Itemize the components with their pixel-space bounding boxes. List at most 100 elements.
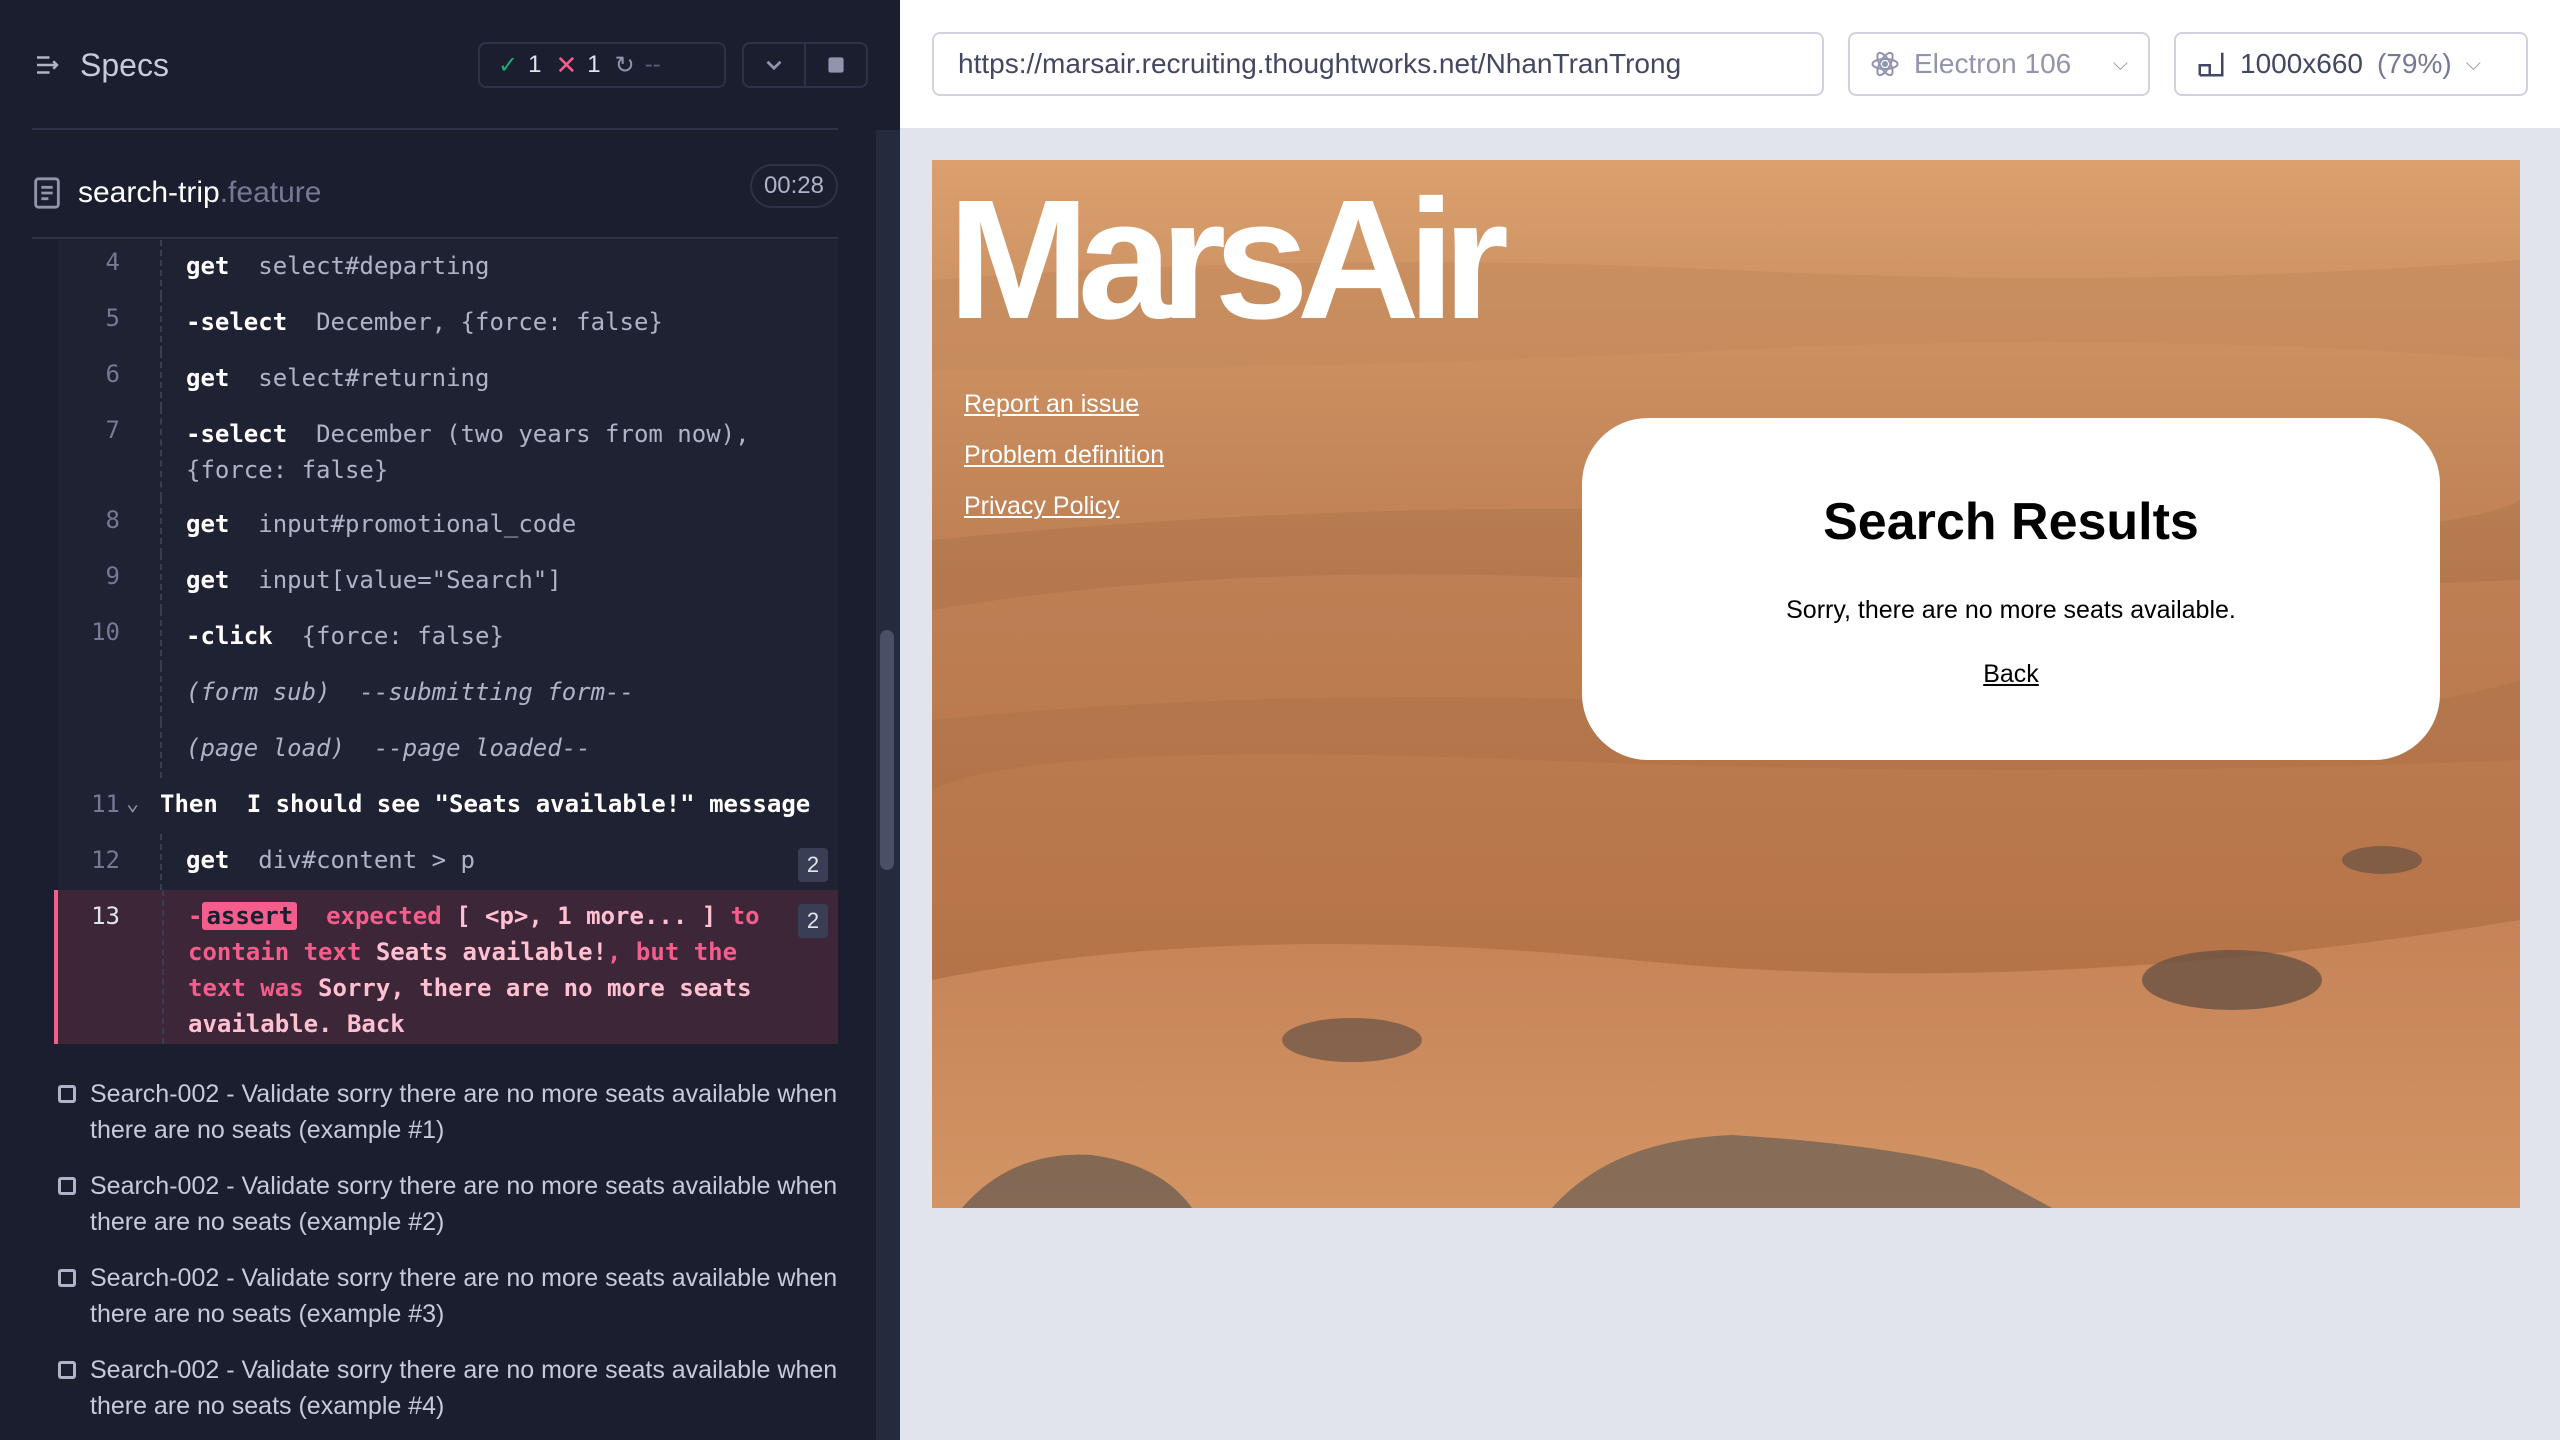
- assert-actual-text-2: available. Back: [188, 1010, 405, 1038]
- command-args: div#content > p: [258, 846, 476, 874]
- command-name: get: [186, 566, 230, 594]
- step-text: I should see "Seats available!" message: [246, 790, 811, 818]
- spec-file-name: search-trip: [78, 176, 220, 209]
- line-number: 12: [91, 846, 120, 874]
- event-row[interactable]: (page load) --page loaded--: [58, 722, 838, 778]
- back-link[interactable]: Back: [1582, 660, 2440, 689]
- stop-button[interactable]: [804, 44, 866, 86]
- search-results-card: Search Results Sorry, there are no more …: [1582, 418, 2440, 760]
- indent-guide: [160, 352, 162, 408]
- command-name: get: [186, 846, 230, 874]
- pending-test-icon: [58, 1177, 76, 1195]
- command-row[interactable]: 8 get input#promotional_code: [58, 498, 838, 554]
- line-number: 8: [105, 506, 120, 534]
- test-title: Search-002 - Validate sorry there are no…: [90, 1356, 838, 1420]
- command-name: -click: [186, 622, 273, 650]
- test-title: Search-002 - Validate sorry there are no…: [90, 1172, 838, 1236]
- command-name: -select: [186, 308, 288, 336]
- step-row[interactable]: 11 ⌄ Then I should see "Seats available!…: [58, 778, 838, 834]
- browser-selector[interactable]: Electron 106 ⌵: [1848, 32, 2150, 96]
- indent-guide: [160, 722, 162, 778]
- assert-contain: contain text: [188, 938, 362, 966]
- line-number: 9: [105, 562, 120, 590]
- reporter-scrollbar-thumb[interactable]: [880, 630, 894, 870]
- command-row[interactable]: 4 get select#departing: [58, 240, 838, 296]
- failed-stat: ✕ 1: [555, 50, 600, 81]
- event-message: --page loaded--: [373, 734, 591, 762]
- chevron-down-icon[interactable]: ⌄: [126, 786, 139, 822]
- command-name: get: [186, 510, 230, 538]
- test-stats: ✓ 1 ✕ 1 ↻ --: [478, 42, 726, 88]
- test-item[interactable]: Search-002 - Validate sorry there are no…: [58, 1160, 848, 1252]
- test-title: Search-002 - Validate sorry there are no…: [90, 1264, 838, 1328]
- command-row[interactable]: 5 -select December, {force: false}: [58, 296, 838, 352]
- failed-count: 1: [587, 51, 601, 78]
- test-item[interactable]: Search-002 - Validate sorry there are no…: [58, 1068, 848, 1160]
- passed-count: 1: [528, 51, 542, 78]
- marsair-logo[interactable]: MarsAir: [948, 162, 1509, 358]
- line-number: 5: [105, 304, 120, 332]
- check-icon: ✓: [498, 51, 519, 79]
- command-name: get: [186, 364, 230, 392]
- specs-toggle[interactable]: Specs: [32, 47, 169, 84]
- spec-duration: 00:28: [749, 164, 838, 208]
- assert-to: to: [730, 902, 760, 930]
- command-row[interactable]: 10 -click {force: false}: [58, 610, 838, 666]
- privacy-policy-link[interactable]: Privacy Policy: [964, 490, 1164, 523]
- element-count-badge: 2: [798, 848, 828, 882]
- line-number: 6: [105, 360, 120, 388]
- test-list: Search-002 - Validate sorry there are no…: [58, 1068, 848, 1436]
- aut-iframe[interactable]: MarsAir Report an issue Problem definiti…: [932, 160, 2520, 1208]
- report-issue-link[interactable]: Report an issue: [964, 388, 1164, 421]
- indent-guide: [160, 498, 162, 554]
- element-count-badge: 2: [798, 904, 828, 938]
- assert-actual-text: Sorry, there are no more seats: [318, 974, 752, 1002]
- chevron-down-icon: [766, 60, 782, 71]
- command-row[interactable]: 6 get select#returning: [58, 352, 838, 408]
- event-message: --submitting form--: [359, 678, 634, 706]
- problem-definition-link[interactable]: Problem definition: [964, 439, 1164, 472]
- indent-guide: [160, 408, 162, 498]
- command-args: input#promotional_code: [258, 510, 577, 538]
- indent-guide: [160, 296, 162, 352]
- pending-test-icon: [58, 1361, 76, 1379]
- indent-guide: [160, 666, 162, 722]
- passed-stat: ✓ 1: [498, 51, 541, 80]
- viewport-scale: (79%): [2377, 48, 2452, 79]
- spinner-icon: ↻: [614, 51, 635, 79]
- command-row[interactable]: 9 get input[value="Search"]: [58, 554, 838, 610]
- results-title: Search Results: [1823, 493, 2199, 551]
- command-row[interactable]: 7 -select December (two years from now),…: [58, 408, 838, 498]
- command-name: -select: [186, 420, 288, 448]
- line-number: 13: [91, 902, 120, 930]
- command-args: select#returning: [258, 364, 490, 392]
- command-row[interactable]: 12 get div#content > p 2: [58, 834, 838, 890]
- divider: [32, 128, 838, 130]
- spec-header[interactable]: search-trip .feature 00:28: [32, 150, 838, 236]
- test-item[interactable]: Search-002 - Validate sorry there are no…: [58, 1252, 848, 1344]
- browser-name: Electron 106: [1914, 48, 2072, 79]
- site-nav: Report an issue Problem definition Priva…: [964, 388, 1164, 541]
- electron-icon: [1871, 51, 1899, 77]
- collapse-button[interactable]: [744, 44, 804, 86]
- indent-guide: [160, 554, 162, 610]
- test-item[interactable]: Search-002 - Validate sorry there are no…: [58, 1344, 848, 1436]
- assert-but: , but the: [607, 938, 738, 966]
- command-args: input[value="Search"]: [258, 566, 562, 594]
- command-list: 4 get select#departing 5 -select Decembe…: [54, 240, 838, 1044]
- viewport-icon: [2198, 52, 2224, 77]
- chevron-down-icon: ⌵: [2465, 52, 2481, 75]
- command-args: December, {force: false}: [316, 308, 663, 336]
- event-row[interactable]: (form sub) --submitting form--: [58, 666, 838, 722]
- chevron-down-icon: ⌵: [2112, 52, 2128, 75]
- results-message: Sorry, there are no more seats available…: [1786, 596, 2236, 624]
- failed-command-row[interactable]: 13 - assert expected [ <p>, 1 more... ] t…: [54, 890, 838, 1044]
- command-log-panel: Specs ✓ 1 ✕ 1 ↻ -- search-trip .feature …: [0, 0, 900, 1440]
- pending-count: --: [644, 51, 661, 78]
- specs-label: Specs: [80, 46, 169, 83]
- url-field[interactable]: https://marsair.recruiting.thoughtworks.…: [932, 32, 1824, 96]
- run-controls: [742, 42, 868, 88]
- viewport-size: 1000x660: [2240, 48, 2364, 79]
- viewport-selector[interactable]: 1000x660 (79%) ⌵: [2174, 32, 2528, 96]
- spec-file-ext: .feature: [219, 176, 322, 209]
